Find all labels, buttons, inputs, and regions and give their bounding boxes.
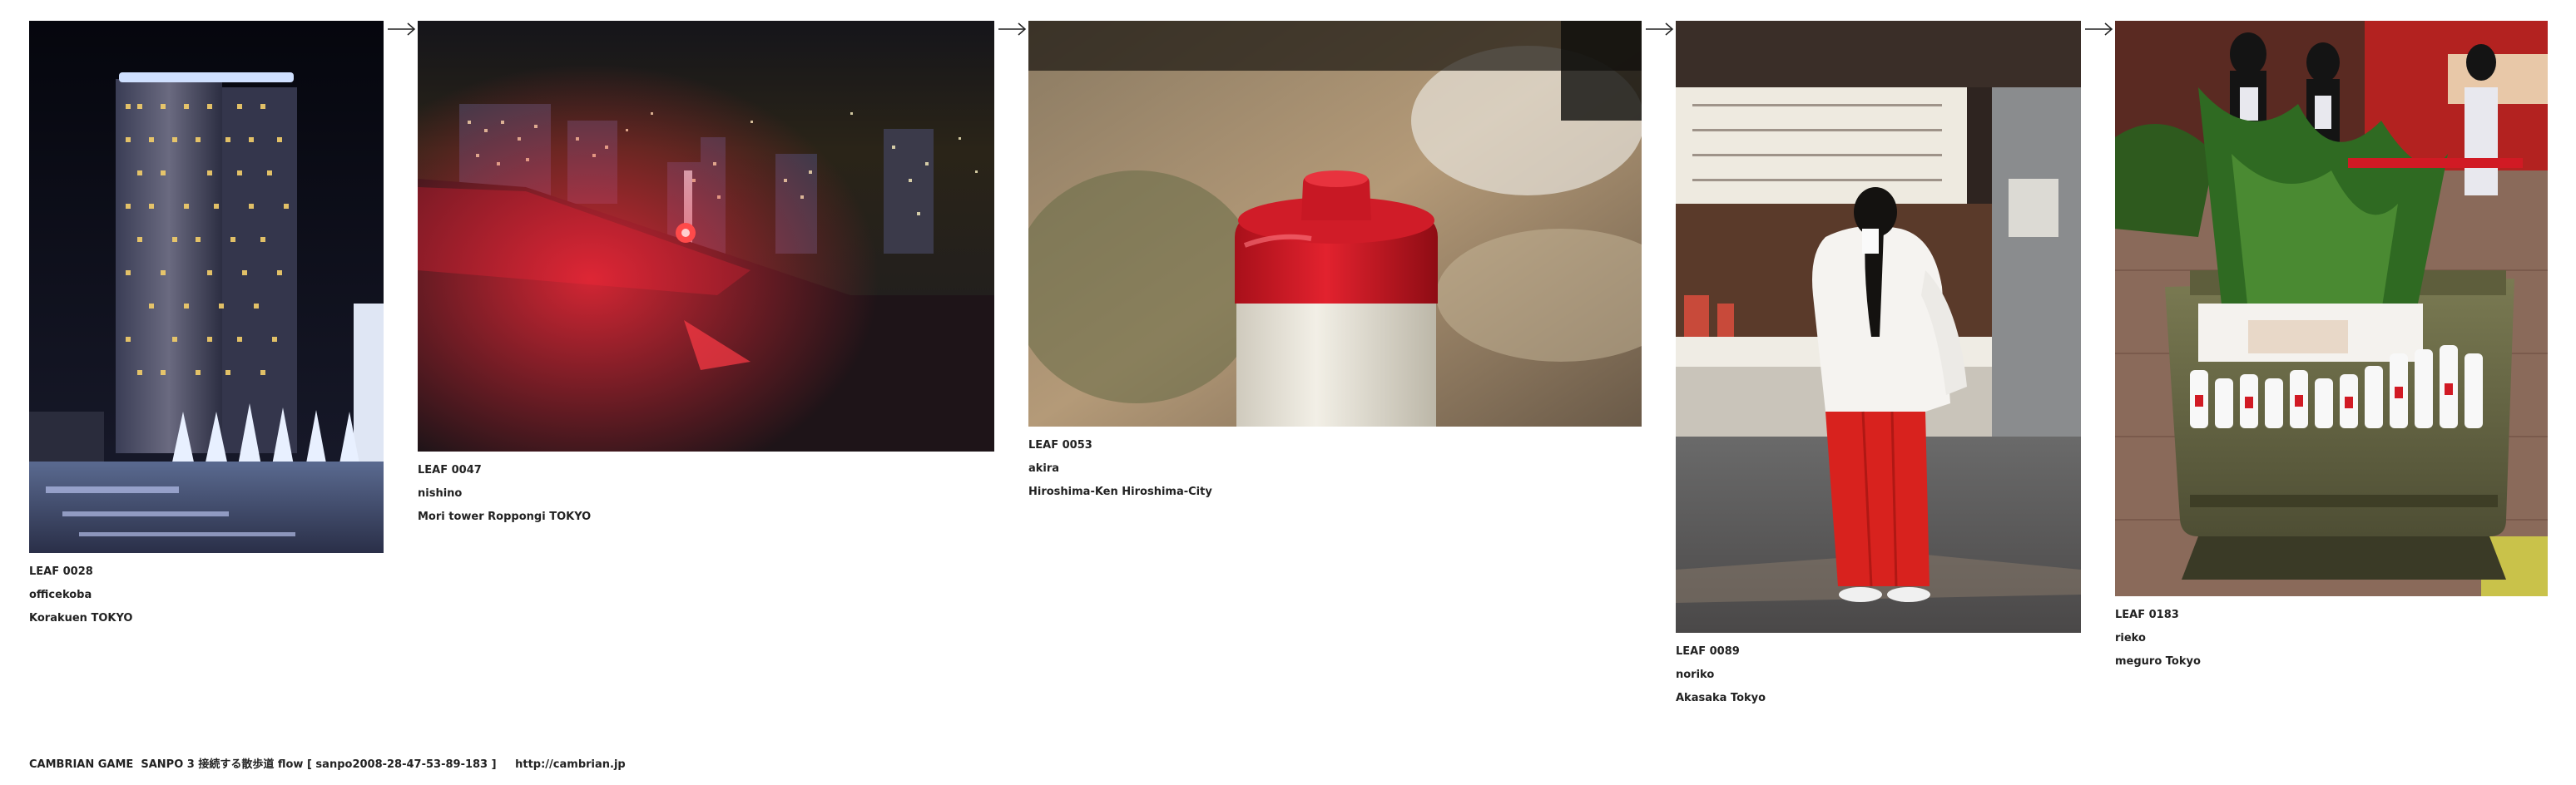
leaf-location: Mori tower Roppongi TOKYO bbox=[418, 511, 592, 523]
leaf-location: Korakuen TOKYO bbox=[29, 612, 133, 625]
footer-link[interactable]: http://cambrian.jp bbox=[515, 758, 626, 771]
footer-title: CAMBRIAN GAME SANPO 3 接続する散歩道 flow [ san… bbox=[29, 758, 497, 771]
photo-leaf-0028[interactable] bbox=[29, 21, 384, 553]
arrow-right-icon bbox=[998, 22, 1027, 36]
leaf-author: rieko bbox=[2115, 632, 2146, 644]
arrow-right-icon bbox=[2085, 22, 2113, 36]
leaf-location: Akasaka Tokyo bbox=[1676, 692, 1766, 704]
photo-card-leaf-0183: LEAF 0183 rieko meguro Tokyo bbox=[2115, 21, 2548, 674]
photo-leaf-0047[interactable] bbox=[418, 21, 994, 452]
leaf-author: noriko bbox=[1676, 669, 1715, 681]
caption-leaf-0053: LEAF 0053 akira Hiroshima-Ken Hiroshima-… bbox=[1028, 434, 1642, 504]
leaf-location: meguro Tokyo bbox=[2115, 655, 2201, 668]
caption-leaf-0089: LEAF 0089 noriko Akasaka Tokyo bbox=[1676, 640, 2081, 710]
leaf-author: akira bbox=[1028, 462, 1060, 475]
leaf-id: LEAF 0089 bbox=[1676, 645, 1740, 658]
arrow-right-icon bbox=[1646, 22, 1674, 36]
footer: CAMBRIAN GAME SANPO 3 接続する散歩道 flow [ san… bbox=[29, 755, 626, 771]
photo-card-leaf-0053: LEAF 0053 akira Hiroshima-Ken Hiroshima-… bbox=[1028, 21, 1642, 504]
leaf-id: LEAF 0028 bbox=[29, 565, 93, 578]
leaf-id: LEAF 0053 bbox=[1028, 439, 1092, 452]
photo-card-leaf-0047: LEAF 0047 nishino Mori tower Roppongi TO… bbox=[418, 21, 994, 529]
leaf-location: Hiroshima-Ken Hiroshima-City bbox=[1028, 486, 1212, 498]
leaf-id: LEAF 0183 bbox=[2115, 609, 2179, 621]
caption-leaf-0047: LEAF 0047 nishino Mori tower Roppongi TO… bbox=[418, 459, 994, 529]
leaf-id: LEAF 0047 bbox=[418, 464, 482, 476]
photo-card-leaf-0028: LEAF 0028 officekoba Korakuen TOKYO bbox=[29, 21, 384, 630]
photo-leaf-0089[interactable] bbox=[1676, 21, 2081, 633]
photo-leaf-0183[interactable] bbox=[2115, 21, 2548, 596]
photo-card-leaf-0089: LEAF 0089 noriko Akasaka Tokyo bbox=[1676, 21, 2081, 710]
caption-leaf-0028: LEAF 0028 officekoba Korakuen TOKYO bbox=[29, 560, 384, 630]
arrow-right-icon bbox=[388, 22, 416, 36]
photo-leaf-0053[interactable] bbox=[1028, 21, 1642, 427]
leaf-author: officekoba bbox=[29, 589, 92, 601]
leaf-author: nishino bbox=[418, 487, 463, 500]
caption-leaf-0183: LEAF 0183 rieko meguro Tokyo bbox=[2115, 604, 2548, 674]
